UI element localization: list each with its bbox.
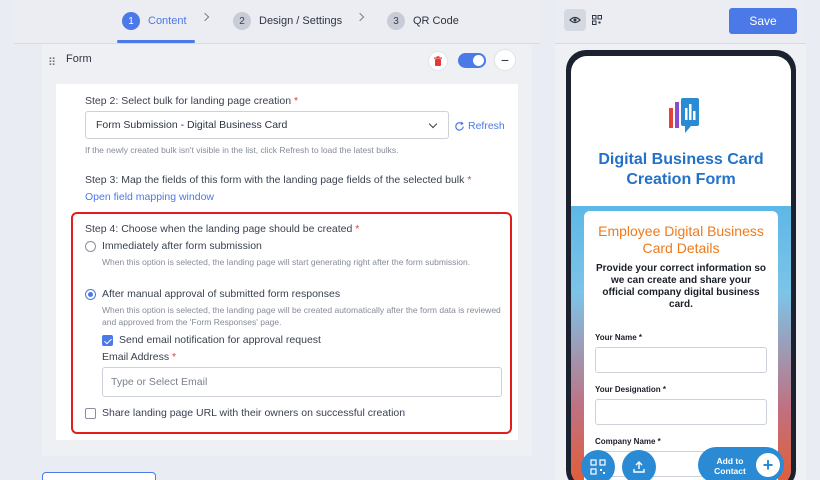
step-content-tab[interactable]: 1 Content [122,0,187,42]
phone-screen: Digital Business Card Creation Form Empl… [571,56,791,480]
eye-icon [569,16,581,24]
phone-frame: Digital Business Card Creation Form Empl… [566,50,796,480]
chevron-right-icon [200,12,210,22]
immediately-radio[interactable] [85,241,96,252]
trash-icon [434,55,442,66]
chevron-right-icon [355,12,365,22]
qr-code-icon [592,15,602,25]
share-url-checkbox[interactable] [85,408,96,419]
share-fab[interactable] [622,450,656,480]
manual-approval-hint: When this option is selected, the landin… [102,305,501,327]
field-company-label: Company Name * [595,437,661,446]
step-design-tab[interactable]: 2 Design / Settings [233,0,342,42]
step3-label: Step 3: Map the fields of this form with… [85,174,472,186]
form-settings: Step 2: Select bulk for landing page cre… [56,84,518,440]
drag-handle-icon[interactable]: ⠿ [48,56,56,69]
manual-approval-radio[interactable] [85,289,96,300]
form-enabled-toggle[interactable] [458,53,486,68]
qr-view-button[interactable] [586,9,608,31]
card-description: Provide your correct information so we c… [595,263,767,310]
qr-fab[interactable] [581,450,615,480]
upload-icon [633,461,645,473]
preview-title: Digital Business Card Creation Form [598,151,764,188]
preview-view-button[interactable] [564,9,586,31]
add-to-contact-button[interactable]: Add to Contact + [698,447,784,480]
designation-input[interactable] [595,399,767,425]
refresh-button[interactable]: Refresh [454,120,505,132]
email-notify-label[interactable]: Send email notification for approval req… [119,334,321,346]
share-url-label[interactable]: Share landing page URL with their owners… [102,407,405,419]
name-input[interactable] [595,347,767,373]
form-block: ⠿ Form − Step 2: Select bulk for landing… [42,44,532,456]
plus-icon: + [756,453,780,477]
collapse-button[interactable]: − [494,49,516,71]
step4-label: Step 4: Choose when the landing page sho… [85,223,360,235]
form-block-title: Form [66,53,92,65]
email-address-label: Email Address * [102,351,177,363]
delete-button[interactable] [428,51,448,71]
immediately-hint: When this option is selected, the landin… [102,257,471,267]
add-block-button[interactable] [42,472,156,480]
steps-bar: 1 Content 2 Design / Settings 3 QR Code [14,0,540,44]
minus-icon: − [500,52,510,68]
active-step-indicator [117,40,195,43]
chevron-down-icon [428,119,438,129]
brand-logo-icon [669,98,699,133]
editor-panel: 1 Content 2 Design / Settings 3 QR Code … [14,0,540,480]
preview-card: Employee Digital Business Card Details P… [584,211,778,480]
field-designation-label: Your Designation * [595,385,666,394]
email-input[interactable] [102,367,502,397]
save-button[interactable]: Save [729,8,797,34]
preview-toolbar: Save [555,0,806,44]
field-name-label: Your Name * [595,333,642,342]
step2-label: Step 2: Select bulk for landing page cre… [85,95,299,107]
step2-hint: If the newly created bulk isn't visible … [85,145,399,155]
field-mapping-link[interactable]: Open field mapping window [85,191,214,203]
preview-panel: Save Digital Business Card Creation Form… [555,0,806,480]
step-qr-tab[interactable]: 3 QR Code [387,0,459,42]
qr-code-icon [590,459,606,475]
bulk-select[interactable]: Form Submission - Digital Business Card [85,111,449,139]
refresh-icon [455,121,464,131]
email-notify-checkbox[interactable] [102,335,113,346]
card-title: Employee Digital Business Card Details [598,223,764,256]
immediately-label[interactable]: Immediately after form submission [102,240,262,252]
manual-approval-label[interactable]: After manual approval of submitted form … [102,288,340,300]
